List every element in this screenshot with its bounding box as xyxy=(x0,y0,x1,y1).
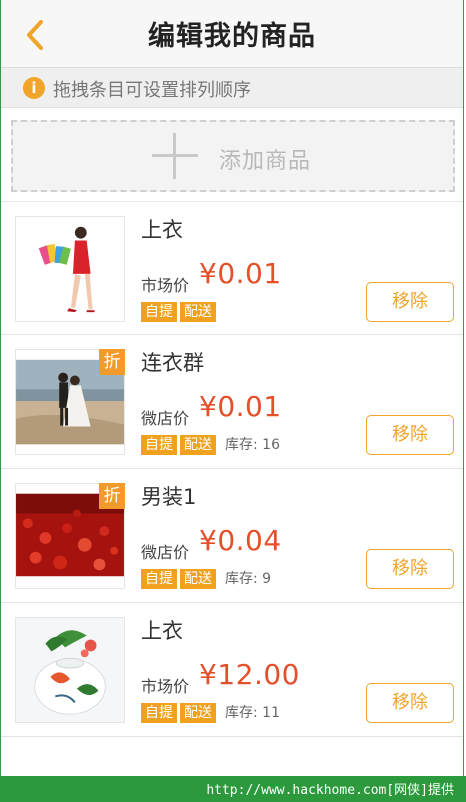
page-title: 编辑我的商品 xyxy=(148,21,316,52)
discount-badge: 折 xyxy=(99,483,125,509)
sort-tip-text: 拖拽条目可设置排列顺序 xyxy=(53,80,251,101)
tag-pickup: 自提 xyxy=(141,703,177,723)
product-price: ¥0.01 xyxy=(199,257,282,290)
remove-button[interactable]: 移除 xyxy=(366,282,454,322)
tag-delivery: 配送 xyxy=(180,302,216,322)
woman-shopping-image xyxy=(16,217,124,321)
product-price: ¥12.00 xyxy=(199,658,300,691)
product-price: ¥0.01 xyxy=(199,390,282,423)
app-frame: 编辑我的商品 i 拖拽条目可设置排列顺序 添加商品 上衣 市场价 ¥0.01 自… xyxy=(0,0,464,776)
delivery-tags: 自提 配送 xyxy=(141,302,219,322)
product-list: 上衣 市场价 ¥0.01 自提 配送 移除 折 连衣群 微店价 ¥0.01 自提… xyxy=(1,201,463,737)
product-name: 上衣 xyxy=(141,218,183,242)
remove-button[interactable]: 移除 xyxy=(366,549,454,589)
sort-tip-bar: i 拖拽条目可设置排列顺序 xyxy=(1,68,463,108)
discount-badge: 折 xyxy=(99,349,125,375)
product-thumbnail xyxy=(15,216,125,322)
product-item[interactable]: 上衣 市场价 ¥12.00 自提 配送 库存: 11 移除 xyxy=(1,603,463,737)
product-item[interactable]: 折 连衣群 微店价 ¥0.01 自提 配送 库存: 16 移除 xyxy=(1,335,463,469)
stock-count: 库存: 16 xyxy=(225,437,280,453)
info-icon: i xyxy=(23,77,45,99)
delivery-tags: 自提 配送 库存: 11 xyxy=(141,703,280,723)
product-name: 上衣 xyxy=(141,619,183,643)
tag-pickup: 自提 xyxy=(141,302,177,322)
product-name: 男装1 xyxy=(141,485,197,509)
tag-pickup: 自提 xyxy=(141,569,177,589)
tag-delivery: 配送 xyxy=(180,569,216,589)
product-item[interactable]: 折 男装1 微店价 ¥0.04 自提 配送 库存: 9 移除 xyxy=(1,469,463,603)
price-label: 微店价 xyxy=(141,543,190,562)
product-item[interactable]: 上衣 市场价 ¥0.01 自提 配送 移除 xyxy=(1,201,463,335)
watermark-text: http://www.hackhome.com[网侠]提供 xyxy=(206,783,454,798)
tag-delivery: 配送 xyxy=(180,435,216,455)
delivery-tags: 自提 配送 库存: 16 xyxy=(141,435,280,455)
price-label: 微店价 xyxy=(141,409,190,428)
nav-bar: 编辑我的商品 xyxy=(1,0,463,68)
tag-pickup: 自提 xyxy=(141,435,177,455)
ceramic-vase-image xyxy=(16,618,124,722)
stock-count: 库存: 9 xyxy=(225,571,272,587)
remove-button[interactable]: 移除 xyxy=(366,415,454,455)
product-name: 连衣群 xyxy=(141,351,204,375)
add-product-button[interactable]: 添加商品 xyxy=(11,120,455,192)
plus-icon xyxy=(152,133,198,179)
remove-button[interactable]: 移除 xyxy=(366,683,454,723)
add-product-label: 添加商品 xyxy=(219,149,312,174)
stock-count: 库存: 11 xyxy=(225,705,280,721)
product-price: ¥0.04 xyxy=(199,524,282,557)
price-label: 市场价 xyxy=(141,276,190,295)
watermark-bar: http://www.hackhome.com[网侠]提供 xyxy=(0,776,466,802)
delivery-tags: 自提 配送 库存: 9 xyxy=(141,569,271,589)
price-label: 市场价 xyxy=(141,677,190,696)
tag-delivery: 配送 xyxy=(180,703,216,723)
product-thumbnail xyxy=(15,617,125,723)
